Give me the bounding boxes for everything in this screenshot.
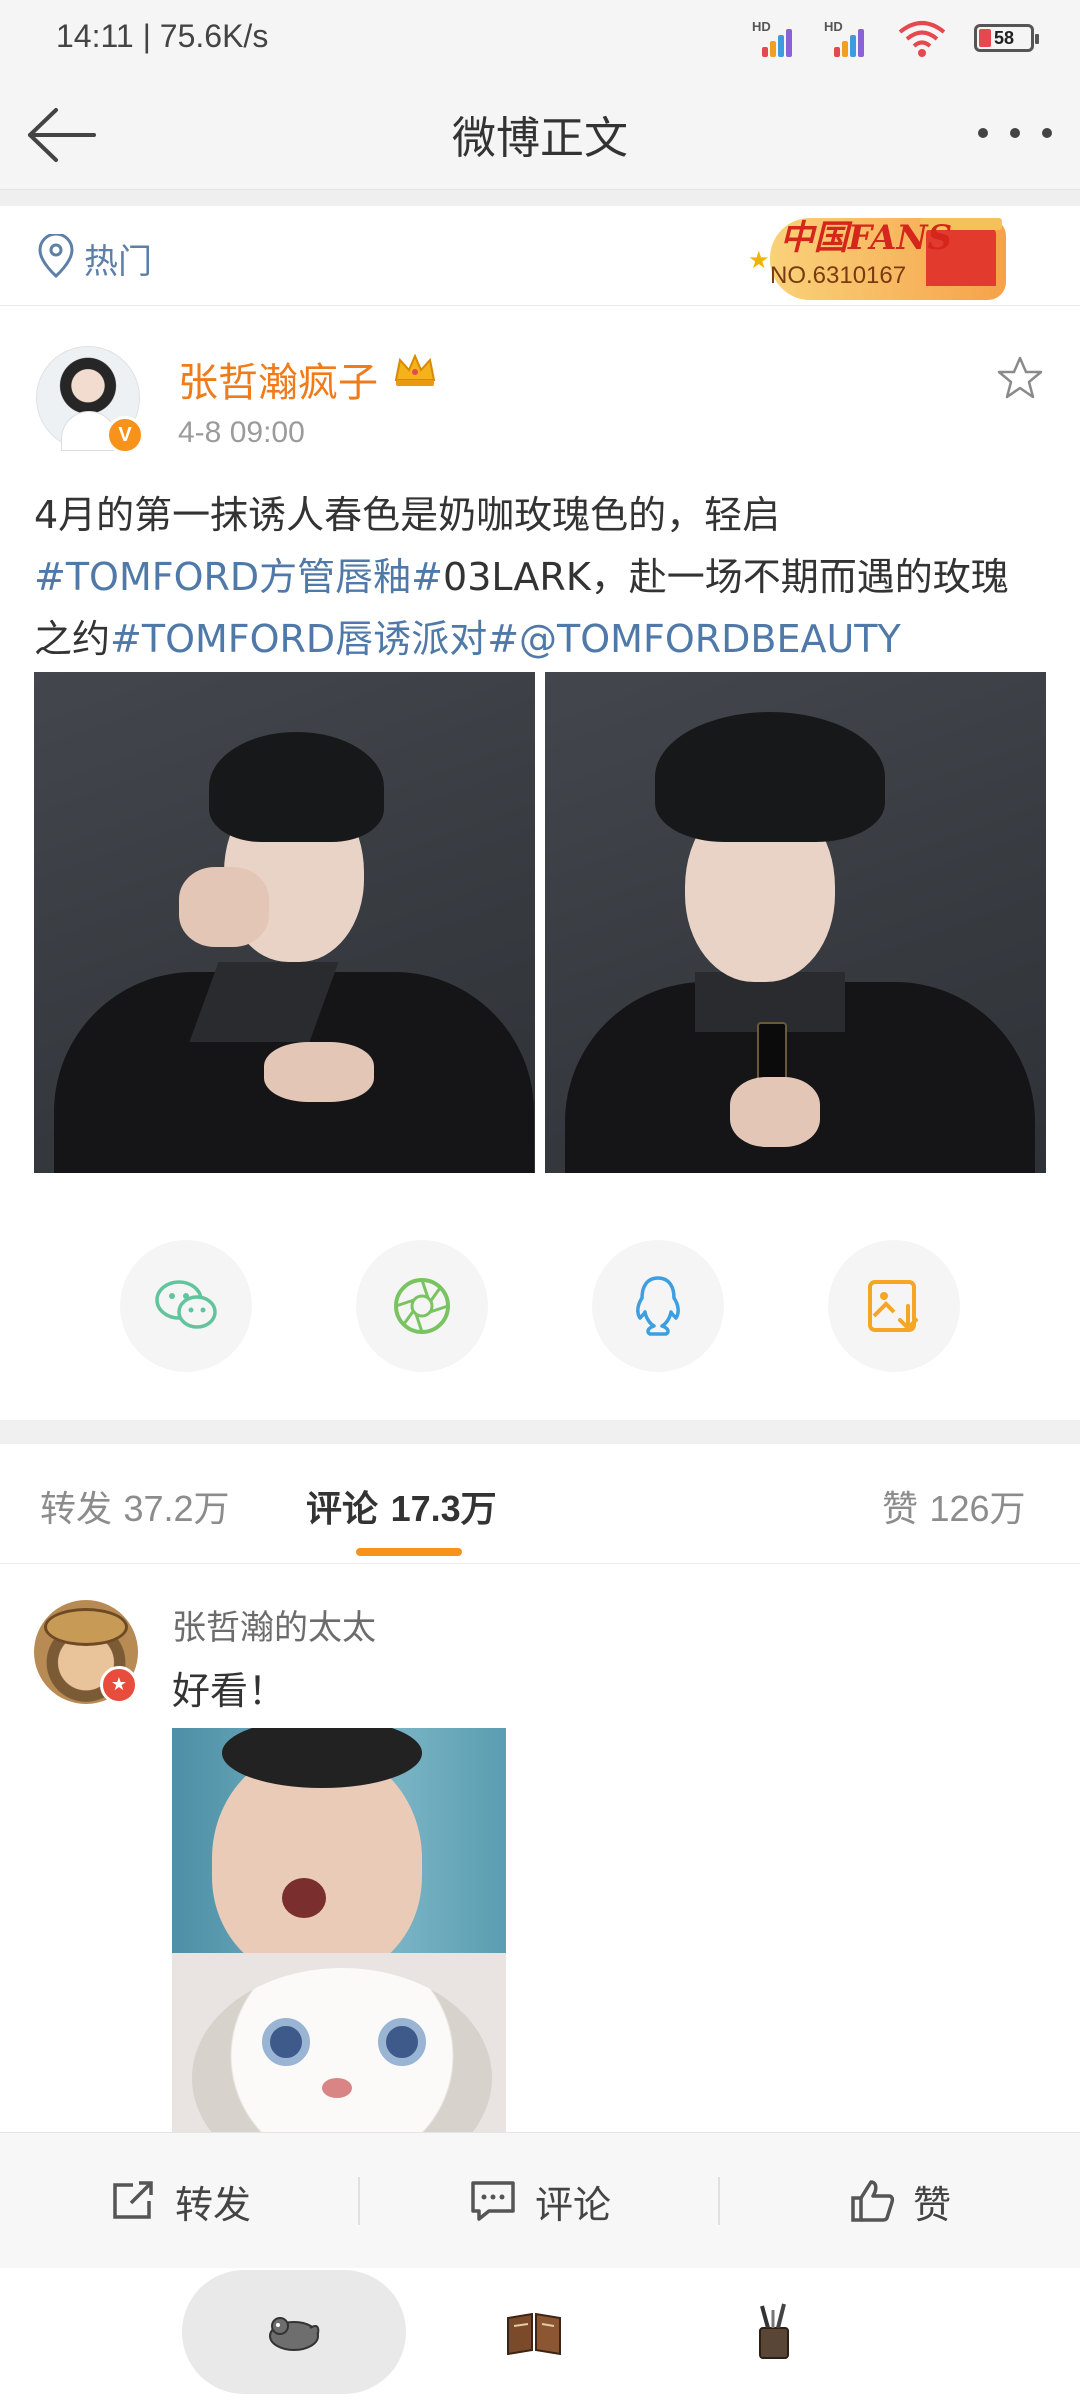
share-moments-button[interactable] — [356, 1240, 488, 1372]
moments-icon — [394, 1278, 450, 1334]
status-indicators: HD HD 58 — [752, 16, 1039, 60]
thumbs-up-icon — [851, 2180, 895, 2222]
verified-badge-icon: V — [106, 416, 144, 454]
share-qq-button[interactable] — [592, 1240, 724, 1372]
tab-count: 37.2万 — [123, 1488, 230, 1529]
active-tab-indicator — [356, 1548, 462, 1556]
stats-tabs: 转发 37.2万 评论 17.3万 赞 126万 — [0, 1444, 1080, 1564]
signal-icon: HD — [752, 19, 798, 57]
page-title: 微博正文 — [452, 113, 628, 164]
commenter-name[interactable]: 张哲瀚的太太 — [172, 1600, 376, 1649]
save-image-button[interactable] — [828, 1240, 960, 1372]
save-image-icon — [868, 1280, 918, 1332]
comment-image[interactable] — [172, 1728, 506, 2138]
fans-number: NO.6310167 — [770, 262, 907, 289]
tab-repost[interactable]: 转发 37.2万 — [40, 1480, 230, 1532]
fans-title: 中国FANS — [780, 218, 953, 258]
status-time: 14:11 | 75.6K/s — [56, 18, 269, 54]
hot-location-icon — [38, 234, 74, 278]
action-bar: 转发 评论 赞 — [0, 2132, 1080, 2268]
hot-section: 热门 ★ 中国FANS NO.6310167 — [0, 206, 1080, 306]
tab-label: 转发 — [40, 1489, 113, 1530]
comment-text: 好看！ — [172, 1669, 287, 1713]
repost-icon — [113, 2181, 153, 2219]
more-dots-icon[interactable] — [978, 118, 1052, 148]
share-wechat-button[interactable] — [120, 1240, 252, 1372]
post-photo[interactable] — [545, 672, 1046, 1173]
author-name[interactable]: 张哲瀚疯子 — [178, 350, 378, 408]
repost-button[interactable]: 转发 — [0, 2133, 360, 2269]
topic-link[interactable]: #TOMFORD唇诱派对# — [110, 617, 519, 661]
comment-icon — [471, 2181, 515, 2221]
signal-hd-label: HD — [752, 19, 771, 34]
book-icon[interactable] — [502, 2300, 566, 2364]
tab-like[interactable]: 赞 126万 — [882, 1480, 1026, 1532]
qq-icon — [636, 1276, 680, 1336]
pen-cup-icon[interactable] — [742, 2300, 806, 2364]
battery-icon: 58 — [974, 24, 1039, 52]
hot-label[interactable]: 热门 — [84, 234, 152, 283]
status-bar: 14:11 | 75.6K/s HD HD 58 — [0, 0, 1080, 80]
divider — [0, 190, 1080, 206]
like-button[interactable]: 赞 — [720, 2133, 1080, 2269]
signal-hd-label: HD — [824, 19, 843, 34]
topic-link[interactable]: #TOMFORD方管唇釉# — [34, 555, 443, 599]
crown-icon — [394, 353, 436, 386]
mention-link[interactable]: @TOMFORDBEAUTY — [519, 617, 901, 661]
tab-label: 赞 — [882, 1489, 919, 1530]
member-badge-icon: ★ — [100, 1666, 138, 1704]
star-icon: ★ — [748, 246, 770, 274]
tab-label: 评论 — [306, 1489, 379, 1530]
divider — [0, 1420, 1080, 1444]
wechat-icon — [155, 1280, 217, 1329]
wifi-icon — [898, 21, 946, 57]
comment-button[interactable]: 评论 — [360, 2133, 720, 2269]
battery-level: 58 — [993, 27, 1015, 48]
signal-icon: HD — [824, 19, 870, 57]
tab-comment[interactable]: 评论 17.3万 — [306, 1480, 497, 1532]
post-text: 4月的第一抹诱人春色是奶咖玫瑰色的，轻启 #TOMFORD方管唇釉#03LARK… — [34, 484, 1044, 670]
post-time: 4-8 09:00 — [178, 416, 305, 449]
like-label: 赞 — [912, 2182, 951, 2227]
post-text-part: 4月的第一抹诱人春色是奶咖玫瑰色的，轻启 — [34, 493, 781, 537]
tab-count: 17.3万 — [390, 1488, 497, 1529]
tab-count: 126万 — [929, 1488, 1026, 1529]
fans-badge[interactable]: ★ 中国FANS NO.6310167 — [740, 206, 1010, 304]
pet-icon[interactable] — [262, 2300, 326, 2364]
star-outline-icon[interactable] — [996, 354, 1044, 402]
comment-label: 评论 — [534, 2182, 611, 2227]
title-bar: 微博正文 — [0, 80, 1080, 190]
repost-label: 转发 — [174, 2182, 251, 2227]
post-photo[interactable] — [34, 672, 535, 1173]
